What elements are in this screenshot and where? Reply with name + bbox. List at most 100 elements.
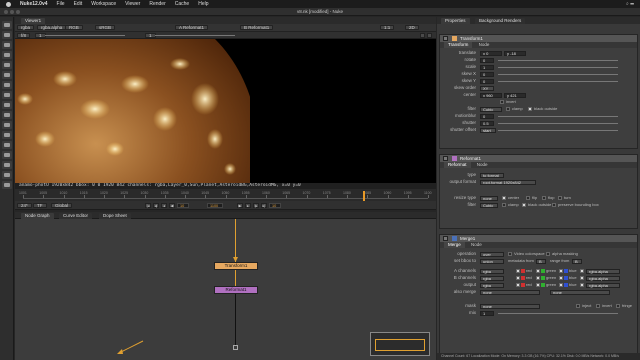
view-mode-dropdown[interactable]: 2D [405,25,419,30]
next-frame-button[interactable]: ▸ [245,203,251,208]
go-to-start-button[interactable]: |◂ [145,203,151,208]
black-outside-checkbox[interactable] [528,107,532,111]
mini-map[interactable] [370,332,430,356]
toolsets-tool-icon[interactable] [2,141,12,149]
panel-toggle-checkbox[interactable] [443,156,448,161]
gamma-slider[interactable] [155,34,235,36]
menu-file[interactable]: File [57,1,65,7]
gain-slider[interactable] [45,34,125,36]
a-green-checkbox[interactable] [536,269,540,273]
scale-slider[interactable] [498,66,618,68]
a-alpha-checkbox[interactable] [580,269,584,273]
merge1-header[interactable]: Merge1 [440,235,637,242]
go-to-end-button[interactable]: ▸| [261,203,267,208]
fringe-checkbox[interactable] [616,304,620,308]
pipe-output[interactable] [235,294,236,346]
timeline-ruler[interactable]: 1001 1005 1010 1015 1020 1025 1030 1035 1040 1045… [19,191,432,201]
center-checkbox[interactable] [502,196,506,200]
previous-frame-button[interactable]: ◂ [161,203,167,208]
b-green-checkbox[interactable] [536,276,540,280]
colorspace-dropdown-a[interactable]: RGB [65,25,83,30]
menu-viewer[interactable]: Viewer [125,1,140,7]
clamp-checkbox[interactable] [506,107,510,111]
menu-cache[interactable]: Cache [175,1,189,7]
play-forward-button[interactable]: ▶ [237,203,243,208]
preserve-bbox-checkbox[interactable] [552,203,556,207]
subtab-node[interactable]: Node [473,162,492,168]
subtab-transform[interactable]: Transform [444,42,473,48]
menu-render[interactable]: Render [149,1,165,7]
skew-x-slider[interactable] [498,73,618,75]
fps-field[interactable]: 24* [17,203,32,208]
skew-y-slider[interactable] [498,80,618,82]
shutter-slider[interactable] [498,122,618,124]
pipe-input[interactable] [235,219,236,263]
subtab-merge[interactable]: Merge [444,242,465,248]
time-tool-icon[interactable] [2,41,12,49]
timeline[interactable]: 1001 1005 1010 1015 1020 1025 1030 1035 1040 1045… [15,189,436,201]
invert-checkbox[interactable] [500,100,504,104]
3d-tool-icon[interactable] [2,111,12,119]
node-color-swatch[interactable] [452,36,457,41]
furnace-tool-icon[interactable] [2,161,12,169]
viewer-settings-button[interactable] [427,33,432,38]
motionblur-slider[interactable] [498,115,618,117]
merge-tool-icon[interactable] [2,91,12,99]
filter-tool-icon[interactable] [2,71,12,79]
fstop-field[interactable]: f/8 [17,33,31,38]
flip-checkbox[interactable] [526,196,530,200]
menu-edit[interactable]: Edit [74,1,83,7]
global-range-dropdown[interactable]: Global [51,203,73,208]
gamma-field[interactable]: 1 [145,33,156,38]
draw-tool-icon[interactable] [2,31,12,39]
node-color-swatch[interactable] [452,156,457,161]
mini-map-viewport[interactable] [375,339,425,351]
keyer-tool-icon[interactable] [2,81,12,89]
subtab-node[interactable]: Node [467,242,486,248]
layer-dropdown[interactable]: rgba [17,25,35,30]
invert-checkbox[interactable] [596,304,600,308]
clamp-checkbox[interactable] [502,203,506,207]
apple-icon[interactable] [6,1,11,7]
input-a-dropdown[interactable]: A Reformat1 [175,25,209,30]
out-red-checkbox[interactable] [516,283,520,287]
turn-checkbox[interactable] [558,196,562,200]
views-tool-icon[interactable] [2,121,12,129]
dot-node-icon[interactable] [233,345,238,350]
flop-checkbox[interactable] [542,196,546,200]
b-alpha-checkbox[interactable] [580,276,584,280]
image-tool-icon[interactable] [2,21,12,29]
panel-toggle-checkbox[interactable] [443,236,448,241]
subtab-reformat[interactable]: Reformat [444,162,471,168]
gain-field[interactable]: 1 [35,33,46,38]
out-green-checkbox[interactable] [536,283,540,287]
rotate-slider[interactable] [498,59,618,61]
subtab-node[interactable]: Node [475,42,494,48]
roi-button[interactable] [420,33,425,38]
pipe-transform-reformat[interactable] [235,270,236,286]
in-point-field[interactable]: 10 [177,203,189,208]
alpha-masking-checkbox[interactable] [546,252,550,256]
input-b-dropdown[interactable]: B Reformat1 [240,25,274,30]
a-red-checkbox[interactable] [516,269,520,273]
plugins-tool-icon[interactable] [2,181,12,189]
metadata-tool-icon[interactable] [2,131,12,139]
black-outside-checkbox[interactable] [522,203,526,207]
menu-workspace[interactable]: Workspace [91,1,116,7]
previous-keyframe-button[interactable]: ◂| [153,203,159,208]
node-graph-canvas[interactable]: Transform1 Reformat1 [15,219,436,360]
shutter-offset-slider[interactable] [498,129,618,131]
color-tool-icon[interactable] [2,61,12,69]
out-point-field[interactable]: 10 [269,203,281,208]
b-red-checkbox[interactable] [516,276,520,280]
menu-app-name[interactable]: Nuke12.0v4 [20,1,48,7]
tc-mode-dropdown[interactable]: TF [33,203,47,208]
current-frame-field[interactable]: 1100 [207,203,223,208]
colorspace-dropdown-b[interactable]: sRGB [95,25,116,30]
reformat1-header[interactable]: Reformat1 [440,155,637,162]
cara-tool-icon[interactable] [2,171,12,179]
inject-checkbox[interactable] [576,304,580,308]
menubar-status-icons[interactable]: ⌕ ☰ [626,1,640,7]
video-colorspace-checkbox[interactable] [508,252,512,256]
out-alpha-checkbox[interactable] [580,283,584,287]
